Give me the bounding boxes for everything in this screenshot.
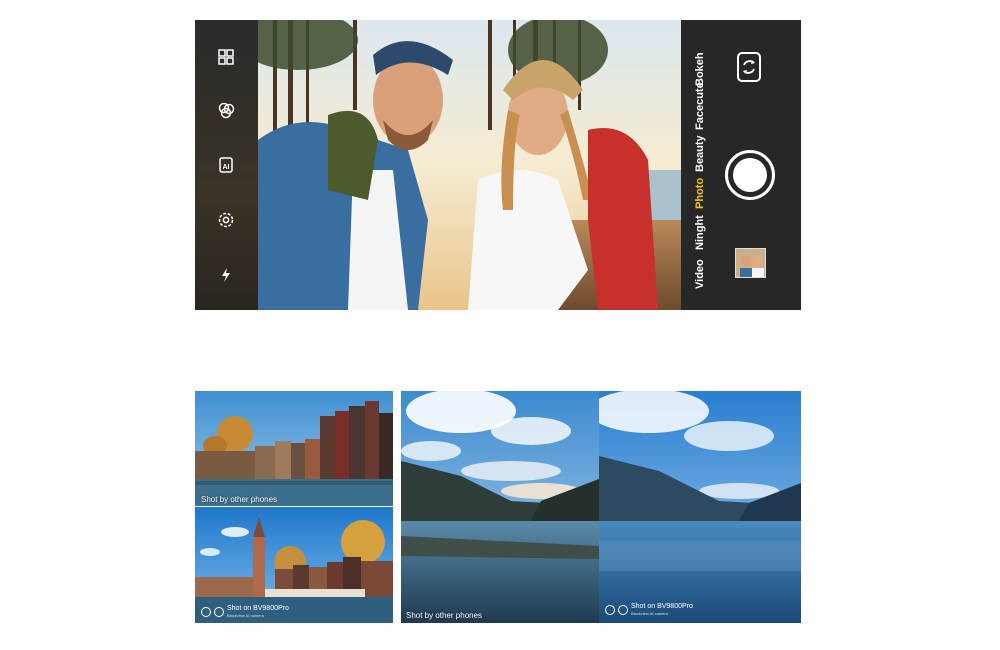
watermark-title: Shot on BV9800Pro: [227, 605, 289, 612]
lake-image-other: [401, 391, 599, 623]
thumbnail-image: [736, 249, 765, 277]
lake-photo-other-phone: Shot by other phones: [401, 391, 599, 623]
settings-icon[interactable]: [216, 210, 236, 230]
caption-other-phones-lake: Shot by other phones: [406, 611, 483, 620]
shutter-button-core[interactable]: [733, 158, 767, 192]
grid-icon[interactable]: [216, 47, 236, 67]
city-photo-bv9800pro: Shot on BV9800Pro Blackview AI camera: [195, 507, 393, 623]
filter-icon[interactable]: [216, 100, 236, 120]
aperture-icon: [201, 606, 211, 617]
shutter-button[interactable]: [725, 150, 775, 200]
watermark-subtitle: Blackview AI camera: [227, 613, 264, 618]
camera-preview: [258, 20, 681, 310]
mode-facecute[interactable]: Facecute: [694, 82, 706, 130]
bv9800pro-watermark-lake: Shot on BV9800Pro Blackview AI camera: [605, 603, 693, 616]
mode-photo[interactable]: Photo: [694, 178, 706, 209]
ai-camera-icon: [618, 604, 628, 615]
flash-icon[interactable]: [216, 265, 236, 285]
gallery-thumbnail[interactable]: [735, 248, 766, 278]
lake-image-bv9800pro: [599, 391, 801, 623]
ai-icon[interactable]: AI: [216, 155, 236, 175]
watermark-subtitle: Blackview AI camera: [631, 611, 668, 616]
aperture-icon: [605, 604, 615, 615]
mode-night[interactable]: Ninght: [694, 215, 706, 250]
switch-camera-icon[interactable]: [735, 50, 763, 84]
bv9800pro-watermark: Shot on BV9800Pro Blackview AI camera: [201, 605, 289, 618]
watermark-title: Shot on BV9800Pro: [631, 603, 693, 610]
city-canal-image: [195, 391, 393, 506]
selfie-photo: [258, 20, 681, 310]
camera-viewfinder-screen: AI Video Ninght Photo Beauty Facecute Bo…: [195, 20, 801, 310]
mode-bokeh[interactable]: Bokeh: [694, 52, 706, 86]
caption-other-phones: Shot by other phones: [201, 495, 278, 504]
lake-photo-bv9800pro: Shot on BV9800Pro Blackview AI camera: [599, 391, 801, 623]
city-photo-other-phone: Shot by other phones: [195, 391, 393, 506]
mode-beauty[interactable]: Beauty: [694, 135, 706, 172]
mode-video[interactable]: Video: [694, 259, 706, 289]
ai-camera-icon: [214, 606, 224, 617]
svg-text:AI: AI: [223, 164, 230, 171]
